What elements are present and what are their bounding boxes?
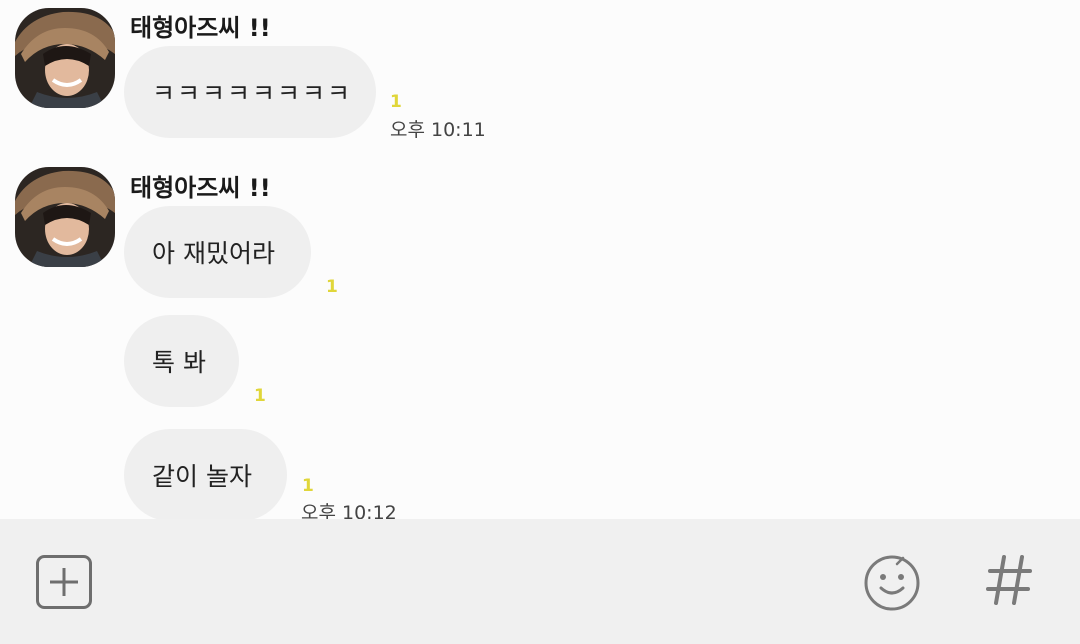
sender-avatar[interactable] <box>15 8 115 108</box>
emoji-button[interactable] <box>863 554 921 612</box>
input-bar <box>0 519 1080 644</box>
message-timestamp: 오후 10:12 <box>301 502 397 519</box>
sender-avatar[interactable] <box>15 167 115 267</box>
message-timestamp: 오후 10:11 <box>390 119 486 141</box>
avatar-photo <box>15 8 115 108</box>
message-text: ㅋㅋㅋㅋㅋㅋㅋㅋ <box>152 79 353 108</box>
message-list[interactable]: 태형아즈씨 !! ㅋㅋㅋㅋㅋㅋㅋㅋ 1 오후 10:11 태형아즈씨 !! 아 … <box>0 0 1080 519</box>
message-bubble[interactable]: 톡 봐 <box>124 315 239 407</box>
avatar-photo <box>15 167 115 267</box>
hash-icon <box>986 555 1032 605</box>
message-text: 같이 놀자 <box>152 462 252 491</box>
message-bubble[interactable]: ㅋㅋㅋㅋㅋㅋㅋㅋ <box>124 46 376 138</box>
sender-name: 태형아즈씨 !! <box>130 174 271 202</box>
message-bubble[interactable]: 같이 놀자 <box>124 429 287 519</box>
attach-button[interactable] <box>36 555 92 609</box>
chat-screen: 태형아즈씨 !! ㅋㅋㅋㅋㅋㅋㅋㅋ 1 오후 10:11 태형아즈씨 !! 아 … <box>0 0 1080 644</box>
message-text: 아 재밌어라 <box>152 239 275 268</box>
smiley-icon <box>864 555 920 611</box>
unread-count: 1 <box>326 277 338 297</box>
hashtag-search-button[interactable] <box>984 551 1036 609</box>
message-bubble[interactable]: 아 재밌어라 <box>124 206 311 298</box>
unread-count: 1 <box>302 476 314 496</box>
message-text: 톡 봐 <box>152 348 206 377</box>
sender-name: 태형아즈씨 !! <box>130 14 271 42</box>
unread-count: 1 <box>390 92 402 112</box>
unread-count: 1 <box>254 386 266 406</box>
plus-square-icon <box>36 555 92 609</box>
